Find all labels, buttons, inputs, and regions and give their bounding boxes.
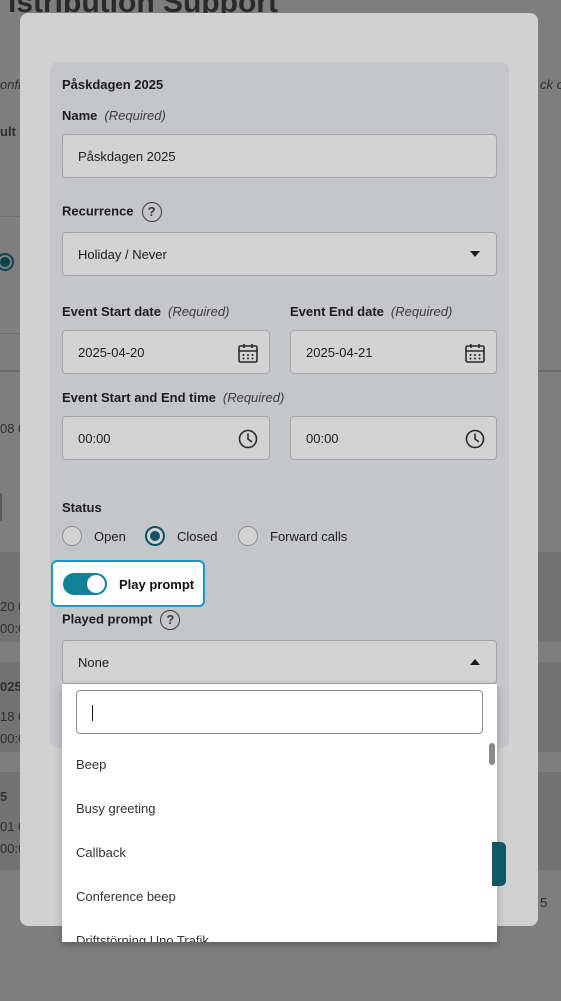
recurrence-label: Recurrence?	[62, 202, 162, 222]
end-time-value: 00:00	[306, 431, 339, 446]
end-date-value: 2025-04-21	[306, 345, 373, 360]
row-title: 025	[0, 679, 22, 694]
played-prompt-label: Played prompt?	[62, 610, 181, 630]
start-time-input[interactable]: 00:00	[62, 416, 270, 460]
divider	[0, 216, 20, 217]
calendar-icon[interactable]	[237, 342, 259, 364]
background-radio	[0, 253, 14, 271]
status-forward-option[interactable]: Forward calls	[238, 526, 347, 546]
end-date-label: Event End date (Required)	[290, 304, 453, 319]
end-time-input[interactable]: 00:00	[290, 416, 497, 460]
required-hint: (Required)	[222, 390, 285, 405]
play-prompt-toggle[interactable]: Play prompt	[51, 560, 205, 607]
start-time-value: 00:00	[78, 431, 111, 446]
recurrence-select[interactable]: Holiday / Never	[62, 232, 497, 276]
prompt-option[interactable]: Busy greeting	[76, 801, 156, 816]
name-input[interactable]: Påskdagen 2025	[62, 134, 497, 178]
end-date-input[interactable]: 2025-04-21	[290, 330, 497, 374]
prompt-search-input[interactable]	[76, 690, 483, 734]
play-prompt-label: Play prompt	[119, 577, 195, 592]
save-button[interactable]	[492, 842, 506, 886]
status-forward-label: Forward calls	[270, 528, 348, 544]
chevron-up-icon	[470, 659, 480, 665]
calendar-icon[interactable]	[464, 342, 486, 364]
event-title: Påskdagen 2025	[62, 77, 164, 92]
required-hint: (Required)	[167, 304, 230, 319]
chevron-down-icon	[470, 251, 480, 257]
radio-open[interactable]	[62, 526, 82, 546]
prompt-option[interactable]: Callback	[76, 845, 126, 860]
pagination-number: 5	[540, 895, 548, 910]
radio-forward-calls[interactable]	[238, 526, 258, 546]
status-open-option[interactable]: Open	[62, 526, 126, 546]
toggle-switch[interactable]	[63, 573, 107, 595]
time-label: Event Start and End time (Required)	[62, 390, 285, 405]
required-hint: (Required)	[390, 304, 453, 319]
clock-icon[interactable]	[237, 428, 259, 450]
status-closed-label: Closed	[177, 528, 218, 544]
start-date-input[interactable]: 2025-04-20	[62, 330, 270, 374]
text-cursor	[92, 705, 93, 721]
row-title: 5	[0, 789, 8, 804]
status-open-label: Open	[94, 528, 126, 544]
name-value: Påskdagen 2025	[78, 149, 176, 164]
start-date-label: Event Start date (Required)	[62, 304, 230, 319]
prompt-option[interactable]: Conference beep	[76, 889, 176, 904]
divider	[0, 333, 20, 334]
prompt-dropdown: Beep Busy greeting Callback Conference b…	[62, 684, 497, 942]
status-label: Status	[62, 500, 102, 515]
help-icon[interactable]: ?	[160, 610, 181, 630]
played-prompt-value: None	[78, 655, 110, 670]
played-prompt-select[interactable]: None	[62, 640, 497, 684]
prompt-option[interactable]: Beep	[76, 757, 106, 772]
row-button	[0, 493, 2, 521]
clock-icon[interactable]	[464, 428, 486, 450]
radio-closed[interactable]	[145, 526, 165, 546]
dropdown-scrollbar[interactable]	[489, 743, 495, 765]
status-closed-option[interactable]: Closed	[145, 526, 217, 546]
help-icon[interactable]: ?	[141, 202, 162, 222]
required-hint: (Required)	[104, 108, 166, 123]
prompt-option[interactable]: Driftstörning Uno Trafik	[76, 933, 209, 942]
recurrence-value: Holiday / Never	[78, 247, 167, 262]
name-label: Name (Required)	[62, 108, 166, 123]
start-date-value: 2025-04-20	[78, 345, 145, 360]
page-description-right: ck or	[540, 77, 561, 92]
toggle-knob	[87, 575, 105, 593]
